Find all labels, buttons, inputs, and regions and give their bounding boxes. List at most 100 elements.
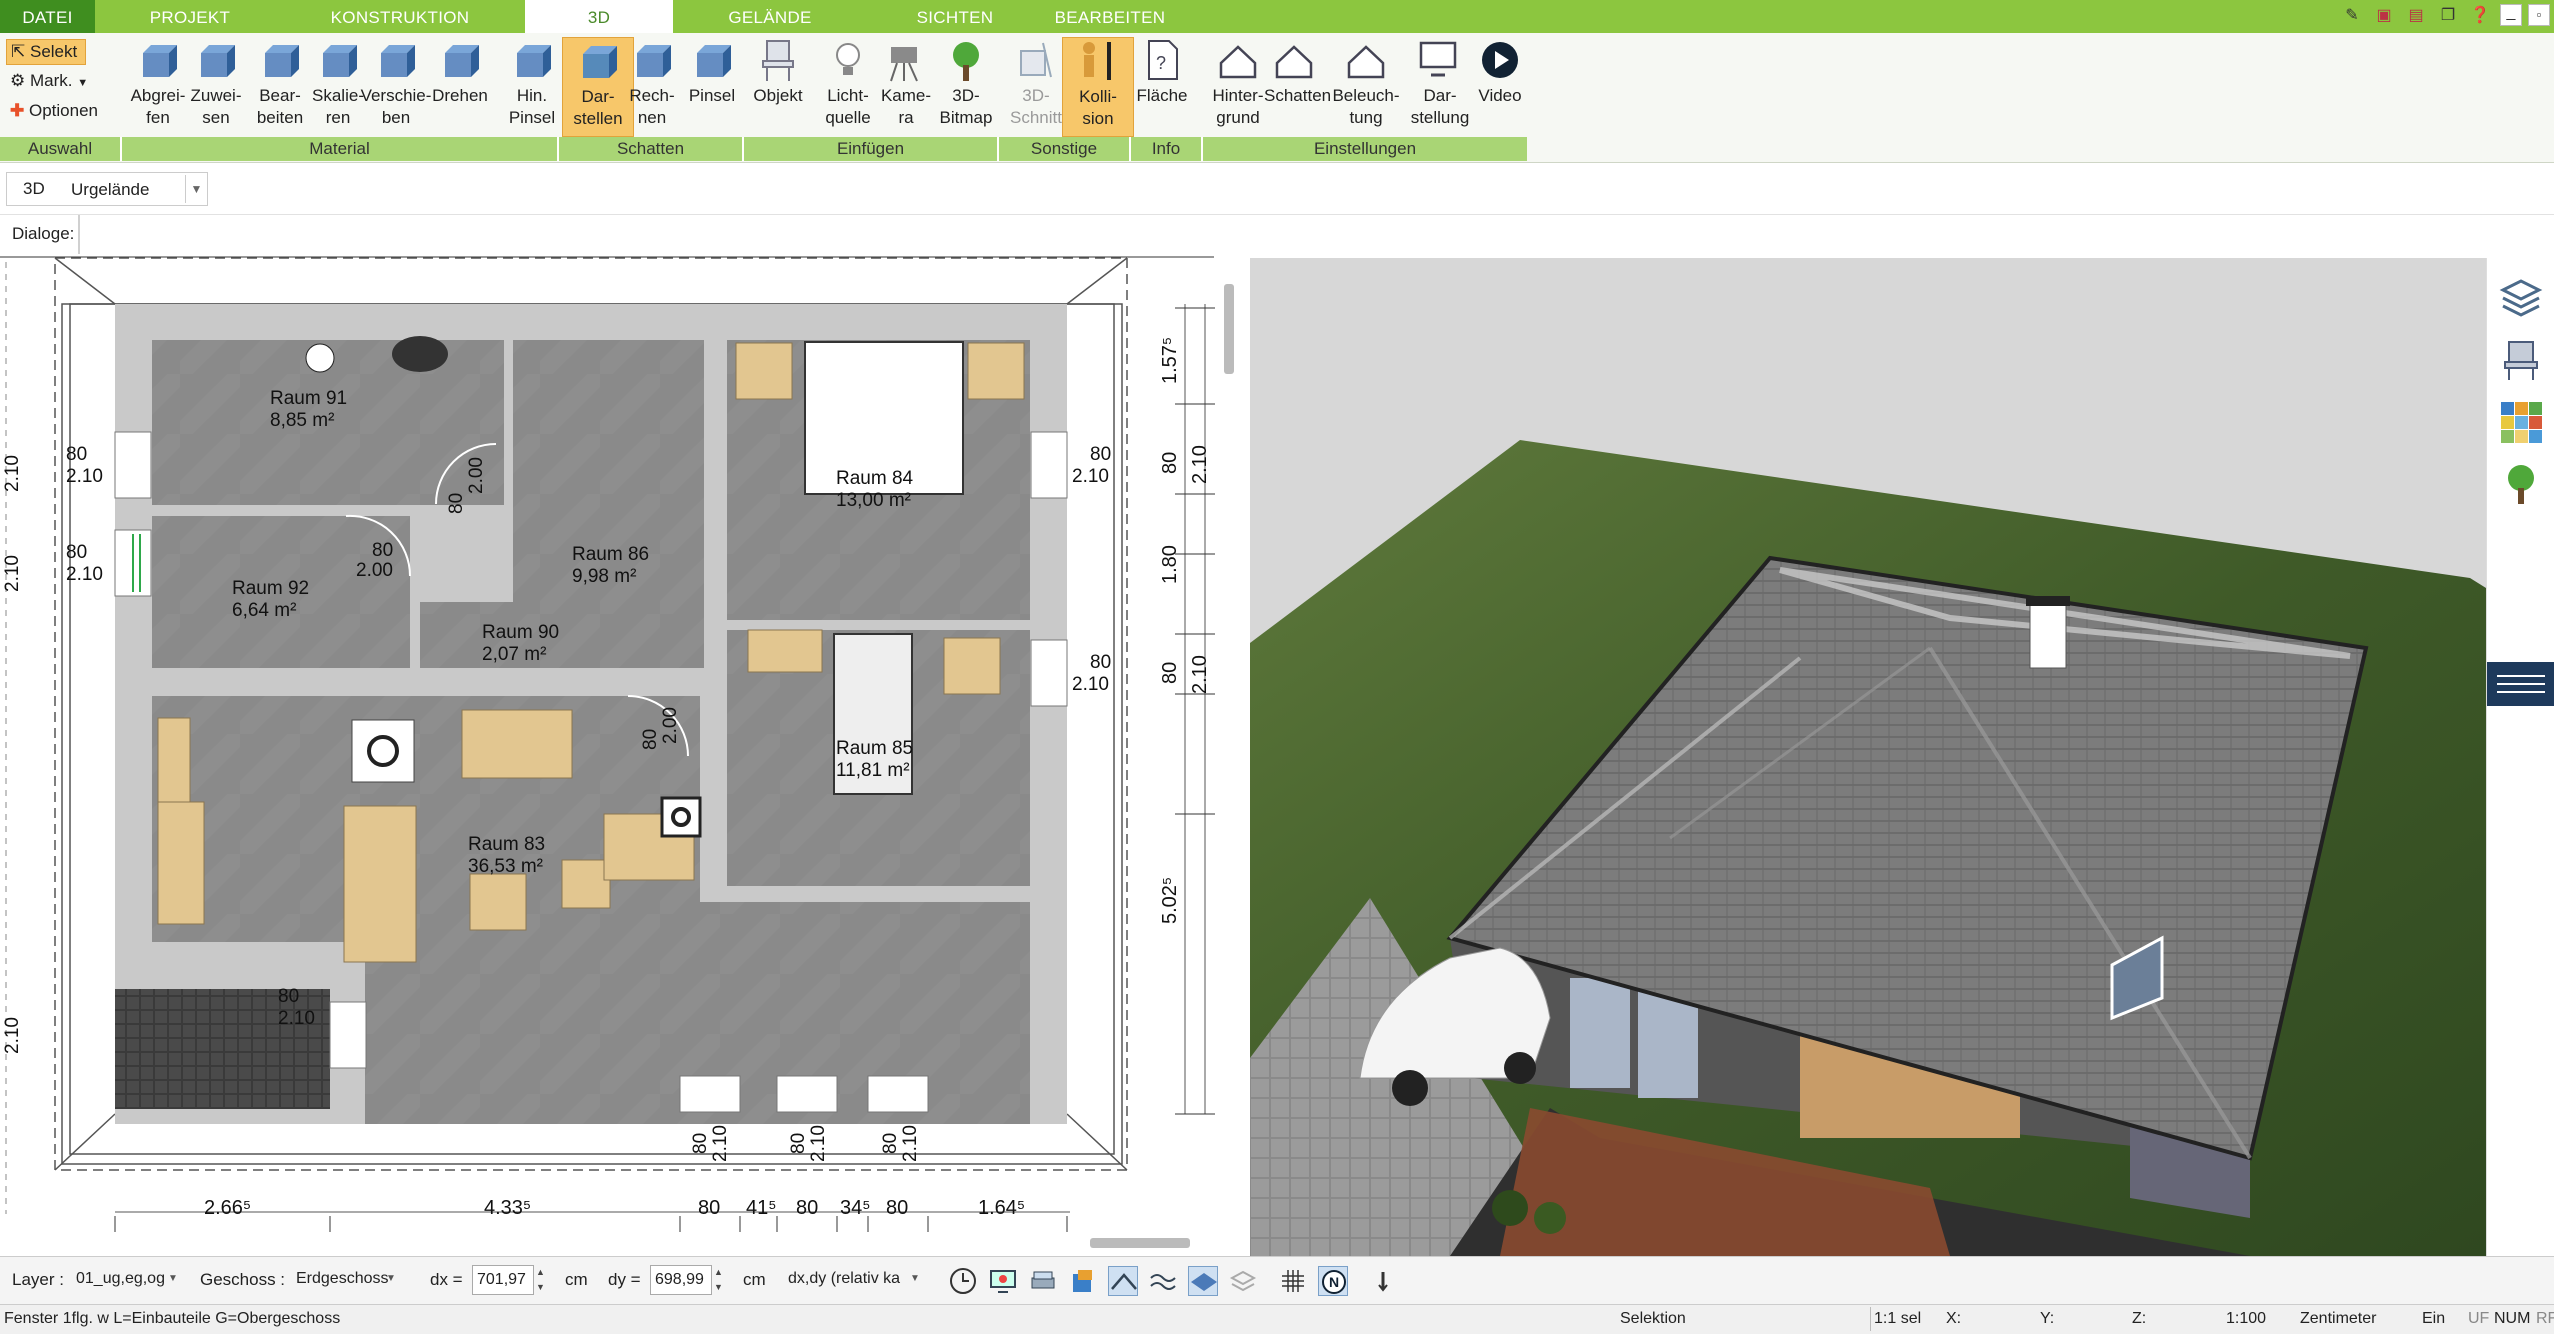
- select-button[interactable]: ⇱ Selekt: [6, 39, 86, 65]
- room-name[interactable]: Raum 86: [572, 544, 649, 565]
- status-x: X:: [1946, 1310, 1962, 1327]
- dy-input[interactable]: 698,99: [650, 1265, 712, 1295]
- house-light-icon: [1347, 45, 1385, 79]
- layers-icon[interactable]: [2499, 276, 2543, 320]
- floor-plan-canvas[interactable]: Raum 918,85 m² Raum 8413,00 m² Raum 869,98…: [0, 254, 1234, 1250]
- restore-icon[interactable]: ❐: [2436, 4, 2460, 28]
- ribbon-button-label: Objekt: [753, 86, 803, 105]
- ribbon-button-collision[interactable]: Kolli- sion: [1062, 37, 1134, 137]
- minimize-icon[interactable]: _: [2500, 4, 2522, 26]
- material-palette-icon[interactable]: [2499, 400, 2543, 444]
- status-y: Y:: [2040, 1310, 2055, 1327]
- house-shadow-icon: [1275, 45, 1313, 79]
- ribbon-button-label: Zuwei- sen: [190, 86, 242, 127]
- cube-color-icon[interactable]: [1068, 1266, 1098, 1296]
- tab-3d[interactable]: 3D: [525, 0, 673, 34]
- window-list-icon[interactable]: ▤: [2404, 4, 2428, 28]
- ribbon-button-label: Abgrei- fen: [130, 86, 186, 127]
- opening-label: 2.10: [278, 1008, 315, 1029]
- ribbon-button-brush[interactable]: Hin. Pinsel: [496, 37, 568, 137]
- north-icon[interactable]: N: [1318, 1266, 1348, 1296]
- ribbon-button-object[interactable]: Objekt: [748, 37, 808, 137]
- chair-icon: [762, 40, 794, 81]
- ribbon-button-roof[interactable]: Schatten: [1264, 37, 1331, 137]
- ribbon-button-rotate[interactable]: Drehen: [430, 37, 490, 137]
- view-selector[interactable]: 3D Urgelände ▼: [6, 172, 208, 206]
- roof-tool-icon[interactable]: [1108, 1266, 1138, 1296]
- spinner-icon[interactable]: ▲ ▼: [536, 1265, 545, 1295]
- room-name[interactable]: Raum 91: [270, 388, 347, 409]
- mark-icon: ⚙: [10, 71, 26, 90]
- tab-projekt[interactable]: PROJEKT: [120, 0, 260, 33]
- mark-button[interactable]: ⚙ Mark. ▼: [10, 69, 88, 95]
- ribbon-button-assign[interactable]: Zuwei- sen: [186, 37, 246, 137]
- ribbon-button-tree[interactable]: 3D- Bitmap: [936, 37, 996, 137]
- 3d-canvas[interactable]: [1250, 258, 2486, 1256]
- clock-icon[interactable]: [948, 1266, 978, 1296]
- view-selector-value: Urgelände: [71, 180, 150, 199]
- plane-icon[interactable]: [1188, 1266, 1218, 1296]
- ribbon-button-label: 3D- Bitmap: [939, 86, 993, 127]
- room-name[interactable]: Raum 92: [232, 578, 309, 599]
- sofa-icon[interactable]: [1028, 1266, 1058, 1296]
- tab-konstruktion[interactable]: KONSTRUKTION: [310, 0, 490, 33]
- ribbon-button-area[interactable]: ? Fläche: [1132, 37, 1192, 137]
- ribbon-button-label: Video: [1478, 86, 1522, 105]
- ribbon-button-calc[interactable]: Rech- nen: [622, 37, 682, 137]
- ribbon-button-light[interactable]: Licht- quelle: [812, 37, 884, 137]
- dx-input[interactable]: 701,97: [472, 1265, 534, 1295]
- help-icon[interactable]: ❓: [2468, 4, 2492, 28]
- options-button[interactable]: ✚ Optionen: [10, 99, 98, 123]
- opening-label: 2.10: [66, 564, 103, 585]
- ribbon-button-camera[interactable]: Kame- ra: [876, 37, 936, 137]
- ribbon-button-light2[interactable]: Beleuch- tung: [1330, 37, 1402, 137]
- panel-menu-icon[interactable]: [2487, 662, 2554, 706]
- 3d-view[interactable]: [1250, 258, 2486, 1256]
- chair-icon[interactable]: [2499, 338, 2543, 382]
- chevron-down-icon[interactable]: ▼: [185, 175, 207, 203]
- ribbon-button-brush[interactable]: Pinsel: [682, 37, 742, 137]
- chevron-down-icon[interactable]: ▼: [386, 1273, 396, 1284]
- dx-label: dx =: [430, 1270, 463, 1289]
- spinner-icon[interactable]: ▲ ▼: [714, 1265, 723, 1295]
- display-settings-icon: [1419, 41, 1457, 77]
- dimension-text: 80: [698, 1197, 720, 1219]
- pen-icon[interactable]: ✎: [2340, 4, 2364, 28]
- ribbon-button-pick[interactable]: Abgrei- fen: [122, 37, 194, 137]
- layer-label: Layer :: [12, 1270, 64, 1289]
- layers-tool-icon[interactable]: [1228, 1266, 1258, 1296]
- area-info-icon: ?: [1148, 40, 1178, 80]
- floor-plan-view[interactable]: Raum 91 8,85 m² Raum 84 13,00 m² Raum 86 9,98…: [0, 254, 1234, 1250]
- tab-sichten[interactable]: SICHTEN: [890, 0, 1020, 33]
- wave-icon[interactable]: [1148, 1266, 1178, 1296]
- tab-gelaende[interactable]: GELÄNDE: [700, 0, 840, 33]
- window-icon[interactable]: ▣: [2372, 4, 2396, 28]
- tree-icon[interactable]: [2499, 462, 2543, 506]
- more-icon[interactable]: [1368, 1266, 1398, 1296]
- room-name[interactable]: Raum 90: [482, 622, 559, 643]
- monitor-icon[interactable]: [988, 1266, 1018, 1296]
- tab-bearbeiten[interactable]: BEARBEITEN: [1050, 0, 1170, 33]
- tab-datei[interactable]: DATEI: [0, 0, 95, 33]
- ribbon-button-label: Rech- nen: [629, 86, 675, 127]
- maximize-icon[interactable]: ▫: [2528, 4, 2550, 26]
- opening-label: 2.10: [808, 1125, 829, 1162]
- dimension-text: 2.66⁵: [204, 1197, 251, 1219]
- room-name[interactable]: Raum 83: [468, 834, 545, 855]
- ribbon-button-video[interactable]: Video: [1470, 37, 1530, 137]
- ribbon-button-move[interactable]: Verschie- ben: [360, 37, 432, 137]
- room-name[interactable]: Raum 85: [836, 738, 913, 759]
- group-schatten: Schatten: [557, 137, 742, 161]
- coordinate-mode-select[interactable]: dx,dy (relativ ka: [784, 1265, 928, 1295]
- opening-label: 2.10: [66, 466, 103, 487]
- horizontal-scrollbar[interactable]: [1090, 1238, 1190, 1248]
- chevron-down-icon[interactable]: ▼: [910, 1273, 920, 1284]
- status-ein: Ein: [2422, 1310, 2446, 1327]
- dx-value: 701,97: [477, 1271, 526, 1288]
- opening-label: 80: [372, 540, 393, 561]
- vertical-scrollbar[interactable]: [1224, 284, 1234, 374]
- grid-icon[interactable]: [1278, 1266, 1308, 1296]
- ribbon-button-display[interactable]: Dar- stellung: [1404, 37, 1476, 137]
- room-name[interactable]: Raum 84: [836, 468, 914, 489]
- chevron-down-icon[interactable]: ▼: [168, 1273, 178, 1284]
